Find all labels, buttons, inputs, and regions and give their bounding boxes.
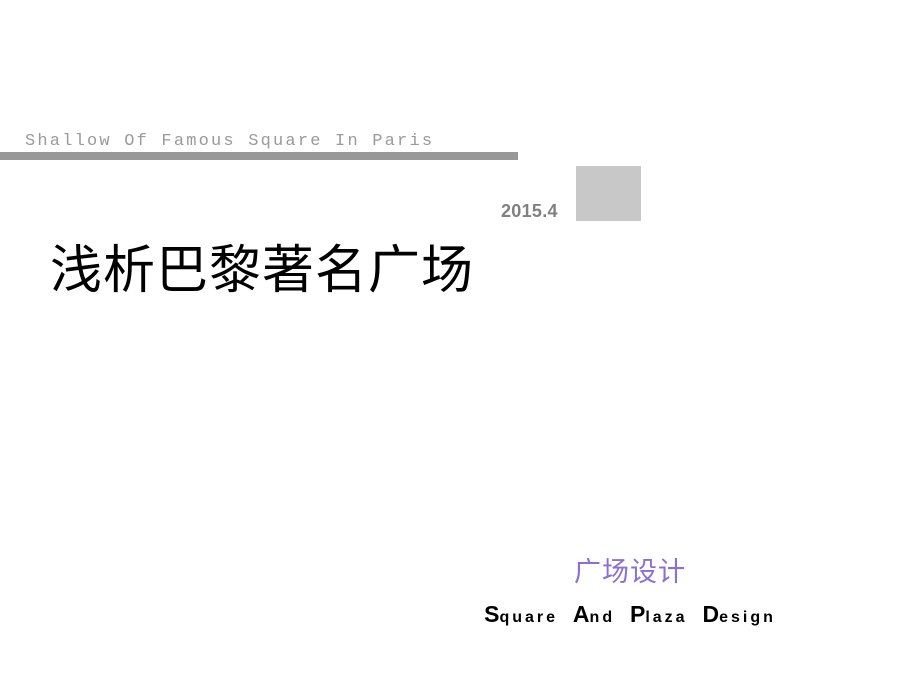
slide-footer: 广场设计 Square And Plaza Design: [420, 556, 840, 631]
footer-word-space: [558, 609, 573, 626]
footer-chinese-subtitle: 广场设计: [574, 557, 686, 588]
footer-word-lowercase: nd: [589, 609, 616, 626]
footer-word-capital: S: [484, 601, 500, 627]
slide-kicker-text: Shallow Of Famous Square In Paris: [25, 132, 435, 151]
footer-word-capital: P: [629, 601, 646, 627]
header-divider-bar: [0, 152, 518, 160]
slide-date-label: 2015.4: [501, 201, 558, 221]
footer-word-capital: D: [702, 601, 720, 627]
decorative-gray-square: [576, 166, 641, 221]
footer-word-capital: A: [572, 601, 590, 627]
footer-word-lowercase: quare: [499, 609, 559, 626]
slide-main-title: 浅析巴黎著名广场: [50, 241, 475, 301]
footer-english-subtitle: Square And Plaza Design: [420, 601, 840, 631]
footer-word-lowercase: esign: [719, 609, 776, 626]
title-slide: Shallow Of Famous Square In Paris 2015.4…: [0, 0, 920, 690]
footer-word-lowercase: laza: [645, 609, 688, 626]
footer-word-space: [615, 609, 630, 626]
footer-word-space: [688, 609, 703, 626]
